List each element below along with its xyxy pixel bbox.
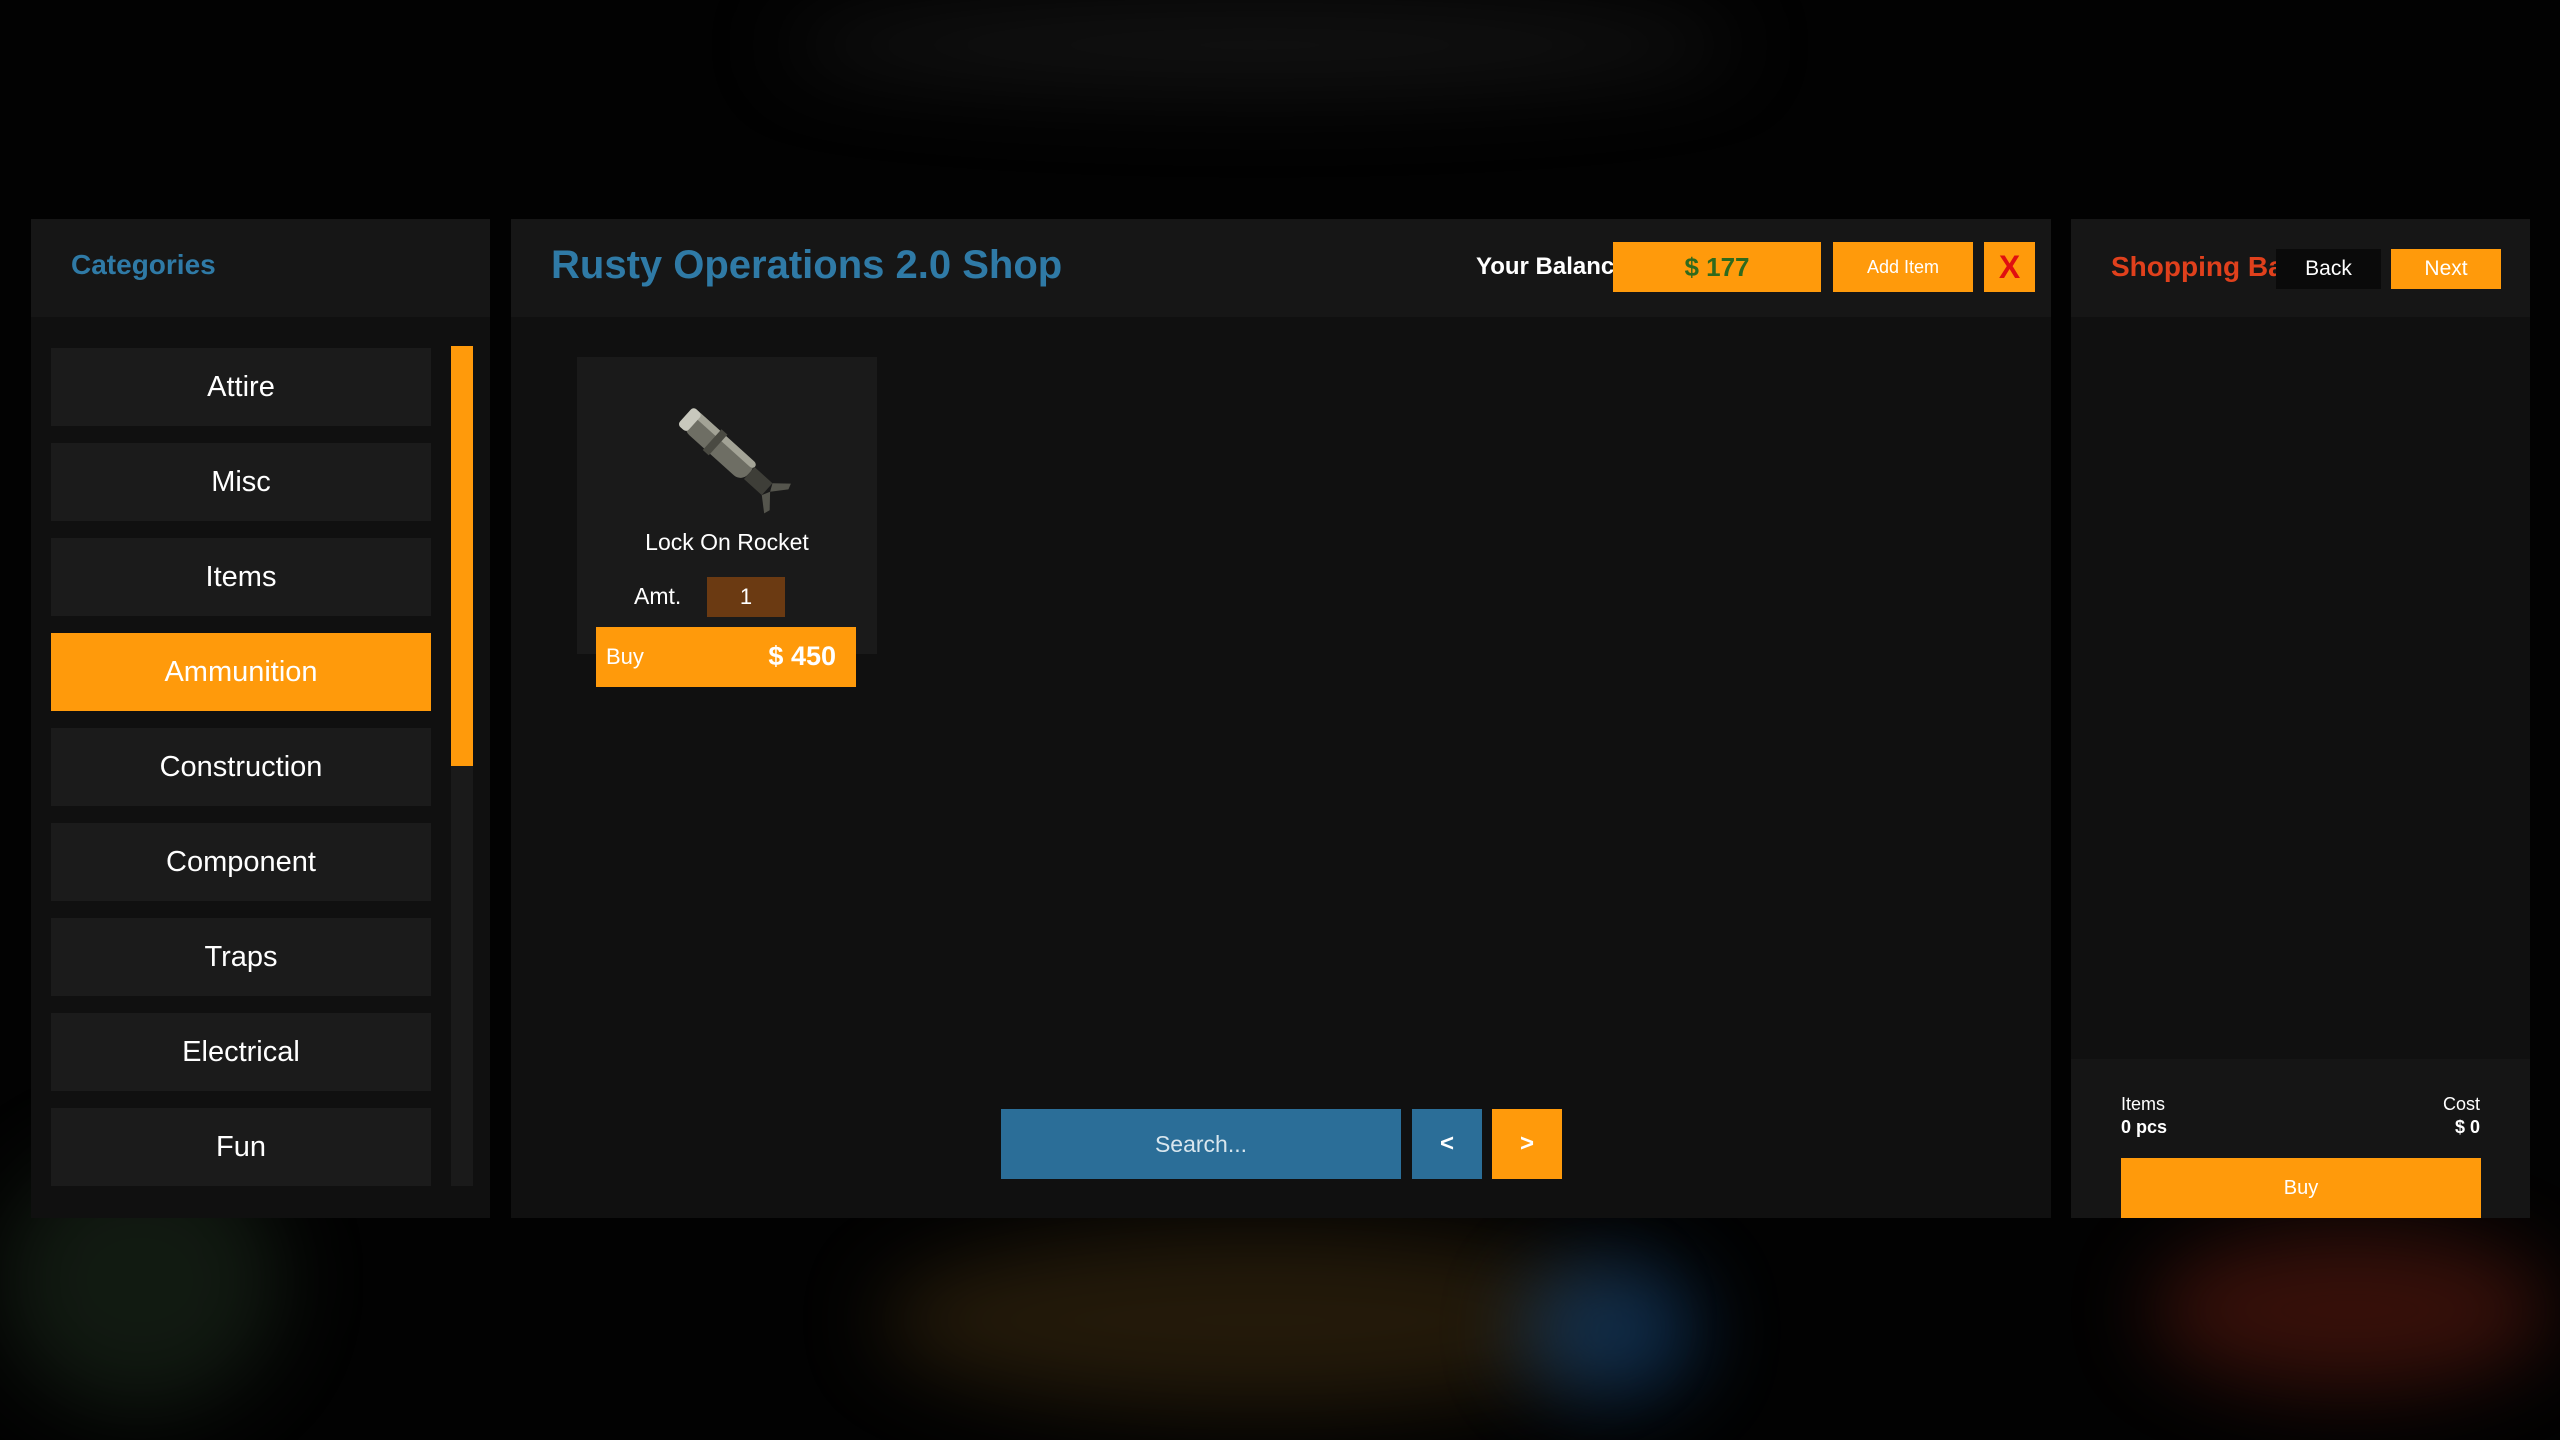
item-card: Lock On Rocket Amt. 1 <box>577 357 877 654</box>
amount-input[interactable]: 1 <box>707 577 785 617</box>
shop-header: Rusty Operations 2.0 Shop Your Balance $… <box>511 219 2051 317</box>
bag-summary: Items 0 pcs Cost $ 0 Buy <box>2071 1059 2530 1218</box>
category-scrollbar-thumb[interactable] <box>451 346 473 766</box>
categories-panel: Categories Attire Misc Items Ammunition Cons… <box>31 219 490 1218</box>
category-construction-button[interactable]: Construction <box>51 728 431 806</box>
category-misc-button[interactable]: Misc <box>51 443 431 521</box>
shop-title: Rusty Operations 2.0 Shop <box>551 243 1063 287</box>
balance-value: $ 177 <box>1613 242 1821 292</box>
add-item-button[interactable]: Add Item <box>1833 242 1973 292</box>
close-button[interactable]: X <box>1984 242 2035 292</box>
shopping-bag-header: Shopping Bag Back Next <box>2071 219 2530 317</box>
bag-next-button[interactable]: Next <box>2391 249 2501 289</box>
bag-back-button[interactable]: Back <box>2276 249 2381 289</box>
shop-panel: Rusty Operations 2.0 Shop Your Balance $… <box>511 219 2051 1218</box>
categories-header: Categories <box>31 219 490 317</box>
category-fun-button[interactable]: Fun <box>51 1108 431 1186</box>
background-glow <box>2150 1230 2550 1390</box>
category-component-button[interactable]: Component <box>51 823 431 901</box>
rocket-icon <box>679 408 791 514</box>
category-scrollbar[interactable] <box>451 346 473 1186</box>
category-attire-button[interactable]: Attire <box>51 348 431 426</box>
category-traps-button[interactable]: Traps <box>51 918 431 996</box>
item-buy-label: Buy <box>606 644 644 669</box>
item-name: Lock On Rocket <box>645 529 809 555</box>
item-buy-button[interactable]: Buy $ 450 <box>596 627 856 687</box>
bag-items-value: 0 pcs <box>2121 1117 2168 1137</box>
search-input[interactable]: Search... <box>1001 1109 1401 1179</box>
category-items-button[interactable]: Items <box>51 538 431 616</box>
amount-label: Amt. <box>634 583 682 609</box>
bag-cost-value: $ 0 <box>2454 1117 2480 1137</box>
shopping-bag-panel: Shopping Bag Back Next Items 0 pcs Cost … <box>2071 219 2530 1218</box>
categories-title: Categories <box>71 249 216 280</box>
bag-buy-button[interactable]: Buy <box>2121 1158 2481 1218</box>
shopping-bag-title: Shopping Bag <box>2111 251 2301 282</box>
category-ammunition-button[interactable]: Ammunition <box>51 633 431 711</box>
balance-label: Your Balance <box>1476 253 1628 280</box>
bag-cost-label: Cost <box>2442 1094 2480 1114</box>
item-price: $ 450 <box>768 641 836 671</box>
category-electrical-button[interactable]: Electrical <box>51 1013 431 1091</box>
prev-page-button[interactable]: < <box>1412 1109 1482 1179</box>
bag-items-label: Items <box>2121 1094 2166 1114</box>
background-glow <box>1520 1260 1700 1400</box>
background-glow <box>780 0 1740 90</box>
next-page-button[interactable]: > <box>1492 1109 1562 1179</box>
